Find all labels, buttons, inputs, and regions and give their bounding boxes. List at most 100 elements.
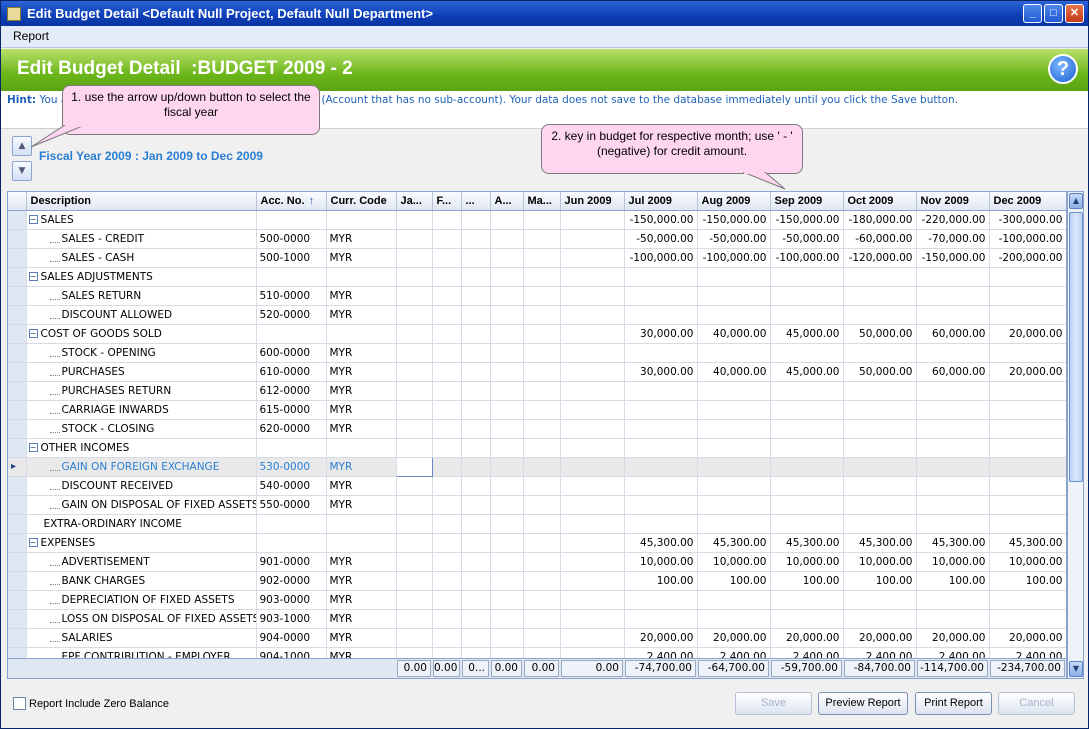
- cell-month-amount[interactable]: [624, 343, 698, 363]
- cell-month-amount[interactable]: [432, 628, 462, 648]
- cell-month-amount[interactable]: [396, 647, 433, 658]
- cell-month-amount[interactable]: [396, 419, 433, 439]
- cell-month-amount[interactable]: [461, 647, 491, 658]
- cell-month-amount[interactable]: [989, 457, 1066, 477]
- cell-month-amount[interactable]: [490, 552, 524, 572]
- cell-month-amount[interactable]: 2,400.00: [989, 647, 1066, 658]
- row-selector[interactable]: [8, 571, 27, 591]
- cell-month-amount[interactable]: 2,400.00: [770, 647, 844, 658]
- cell-month-amount[interactable]: [989, 476, 1066, 496]
- cell-month-amount[interactable]: [560, 457, 625, 477]
- row-selector[interactable]: [8, 286, 27, 306]
- cell-month-amount[interactable]: [432, 305, 462, 325]
- table-row[interactable]: − SALES -150,000.00 -150,000.00 -150,000.00-…: [8, 210, 1066, 230]
- cell-month-amount[interactable]: 2,400.00: [697, 647, 771, 658]
- column-header[interactable]: Curr. Code: [326, 192, 397, 211]
- cell-month-amount[interactable]: [432, 457, 462, 477]
- cell-month-amount[interactable]: -70,000.00: [916, 229, 990, 249]
- cell-month-amount[interactable]: [396, 609, 433, 629]
- cell-month-amount[interactable]: [490, 609, 524, 629]
- row-selector[interactable]: [8, 362, 27, 382]
- cell-month-amount[interactable]: [697, 609, 771, 629]
- column-header[interactable]: ...: [461, 192, 491, 211]
- cell-month-amount[interactable]: [843, 457, 917, 477]
- cell-month-amount[interactable]: [461, 343, 491, 363]
- cell-month-amount[interactable]: -150,000.00: [916, 248, 990, 268]
- cell-month-amount[interactable]: [916, 400, 990, 420]
- cell-month-amount[interactable]: [396, 590, 433, 610]
- column-header[interactable]: Dec 2009: [989, 192, 1066, 211]
- column-header[interactable]: Jun 2009: [560, 192, 625, 211]
- cell-month-amount[interactable]: [560, 248, 625, 268]
- table-row[interactable]: LOSS ON DISPOSAL OF FIXED ASSETS 903-1000…: [8, 609, 1066, 629]
- cell-month-amount[interactable]: [697, 381, 771, 401]
- column-header[interactable]: Acc. No. ↑: [256, 192, 327, 211]
- cell-month-amount[interactable]: [989, 343, 1066, 363]
- table-row[interactable]: DISCOUNT ALLOWED 520-0000 MYR: [8, 305, 1066, 325]
- table-row[interactable]: ADVERTISEMENT 901-0000 MYR 10,000.00 10,000.…: [8, 552, 1066, 572]
- cell-month-amount[interactable]: [523, 457, 561, 477]
- cell-month-amount[interactable]: 10,000.00: [843, 552, 917, 572]
- cell-month-amount[interactable]: [843, 305, 917, 325]
- cell-month-amount[interactable]: [843, 286, 917, 306]
- cell-month-amount[interactable]: [396, 343, 433, 363]
- table-row[interactable]: − COST OF GOODS SOLD 30,000.00 40,000.00 45,…: [8, 324, 1066, 344]
- table-row[interactable]: STOCK - OPENING 600-0000 MYR: [8, 343, 1066, 363]
- cell-month-amount[interactable]: [432, 552, 462, 572]
- cell-month-amount[interactable]: [523, 400, 561, 420]
- cell-month-amount[interactable]: [624, 476, 698, 496]
- scroll-up-icon[interactable]: ▲: [1069, 193, 1083, 209]
- collapse-icon[interactable]: −: [28, 329, 38, 338]
- cell-month-amount[interactable]: [770, 343, 844, 363]
- cell-month-amount[interactable]: [523, 647, 561, 658]
- cell-month-amount[interactable]: [432, 647, 462, 658]
- cell-month-amount[interactable]: [490, 590, 524, 610]
- column-header[interactable]: Ma...: [523, 192, 561, 211]
- table-row[interactable]: PURCHASES RETURN 612-0000 MYR: [8, 381, 1066, 401]
- cell-month-amount[interactable]: [770, 400, 844, 420]
- cell-month-amount[interactable]: [843, 476, 917, 496]
- row-selector[interactable]: [8, 552, 27, 572]
- cell-month-amount[interactable]: [461, 552, 491, 572]
- cell-month-amount[interactable]: [843, 343, 917, 363]
- cell-month-amount[interactable]: [770, 476, 844, 496]
- table-row[interactable]: DEPRECIATION OF FIXED ASSETS 903-0000 MYR: [8, 590, 1066, 610]
- cell-month-amount[interactable]: [697, 305, 771, 325]
- table-row[interactable]: − EXPENSES 45,300.00 45,300.00 45,300.00 45,3…: [8, 533, 1066, 553]
- collapse-icon[interactable]: −: [28, 272, 38, 281]
- cell-month-amount[interactable]: [490, 305, 524, 325]
- cell-month-amount[interactable]: [461, 571, 491, 591]
- cell-month-amount[interactable]: [523, 419, 561, 439]
- cell-month-amount[interactable]: [989, 400, 1066, 420]
- preview-report-button[interactable]: Preview Report: [818, 692, 908, 715]
- cell-month-amount[interactable]: 45,000.00: [770, 362, 844, 382]
- cell-month-amount[interactable]: [490, 419, 524, 439]
- cell-month-amount[interactable]: [432, 476, 462, 496]
- table-row[interactable]: EPF CONTRIBUTION - EMPLOYER 904-1000 MYR 2,…: [8, 647, 1066, 658]
- cell-month-amount[interactable]: [490, 571, 524, 591]
- cell-month-amount[interactable]: [697, 590, 771, 610]
- cell-month-amount[interactable]: [770, 590, 844, 610]
- column-header[interactable]: Ja...: [396, 192, 433, 211]
- cell-month-amount[interactable]: 20,000.00: [843, 628, 917, 648]
- cell-month-amount[interactable]: [490, 476, 524, 496]
- row-selector[interactable]: [8, 343, 27, 363]
- cell-month-amount[interactable]: [624, 419, 698, 439]
- cell-month-amount[interactable]: [843, 495, 917, 515]
- cell-month-amount[interactable]: [916, 343, 990, 363]
- table-row[interactable]: GAIN ON DISPOSAL OF FIXED ASSETS 550-0000…: [8, 495, 1066, 515]
- table-row[interactable]: STOCK - CLOSING 620-0000 MYR: [8, 419, 1066, 439]
- cell-month-amount[interactable]: [770, 286, 844, 306]
- cell-month-amount[interactable]: [461, 590, 491, 610]
- cell-month-amount[interactable]: [624, 609, 698, 629]
- cell-month-amount[interactable]: [624, 457, 698, 477]
- cell-month-amount[interactable]: 20,000.00: [989, 362, 1066, 382]
- cell-month-amount[interactable]: [490, 343, 524, 363]
- cell-month-amount[interactable]: [461, 419, 491, 439]
- cell-month-amount[interactable]: [490, 229, 524, 249]
- scroll-thumb[interactable]: [1069, 212, 1083, 482]
- cell-month-amount[interactable]: 10,000.00: [989, 552, 1066, 572]
- fiscal-year-down-button[interactable]: ▼: [12, 161, 32, 181]
- table-row[interactable]: CARRIAGE INWARDS 615-0000 MYR: [8, 400, 1066, 420]
- cell-month-amount[interactable]: [490, 457, 524, 477]
